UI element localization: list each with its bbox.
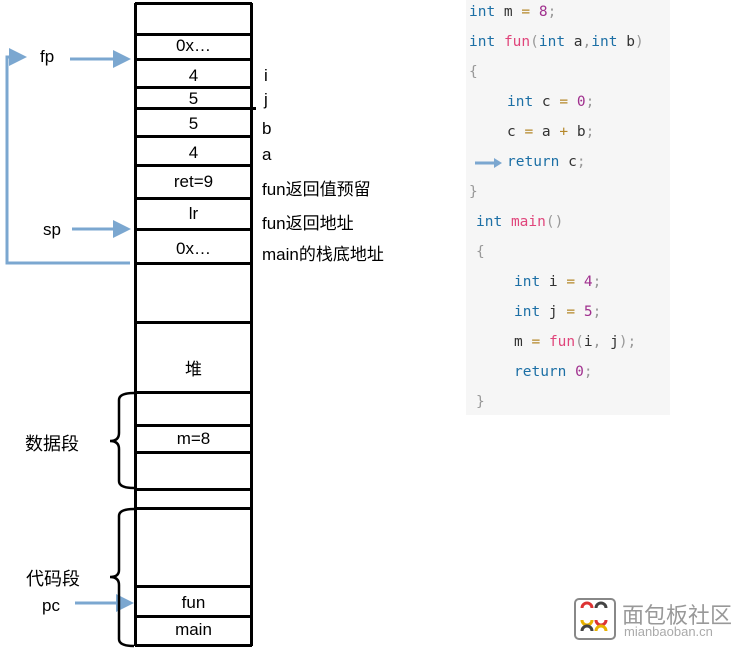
data-segment-brace [109,391,135,490]
frame-link-arrow [5,48,130,265]
code-line: int j = 5; [514,304,602,320]
code-line: { [476,244,485,260]
code-line: { [469,64,478,80]
code-segment-brace [109,507,135,648]
code-line: return 0; [514,364,593,380]
code-panel: int m = 8; int fun(int a,int b) { int c … [466,0,670,415]
mianbaoban-logo: 面包板社区 mianbaoban.cn [574,598,732,645]
code-line: m = fun(i, j); [514,334,637,350]
current-line-arrow-icon [475,158,502,168]
code-line: } [476,394,485,410]
arrows-and-braces [5,48,135,648]
code-line: } [469,184,478,200]
logo-icon [574,598,616,640]
code-line: return c; [507,154,586,170]
code-line: int fun(int a,int b) [469,34,644,50]
code-line: int i = 4; [514,274,602,290]
code-line: int c = 0; [507,94,595,110]
code-line: int main() [476,214,564,230]
code-line: int m = 8; [469,4,557,20]
code-line: c = a + b; [507,124,595,140]
